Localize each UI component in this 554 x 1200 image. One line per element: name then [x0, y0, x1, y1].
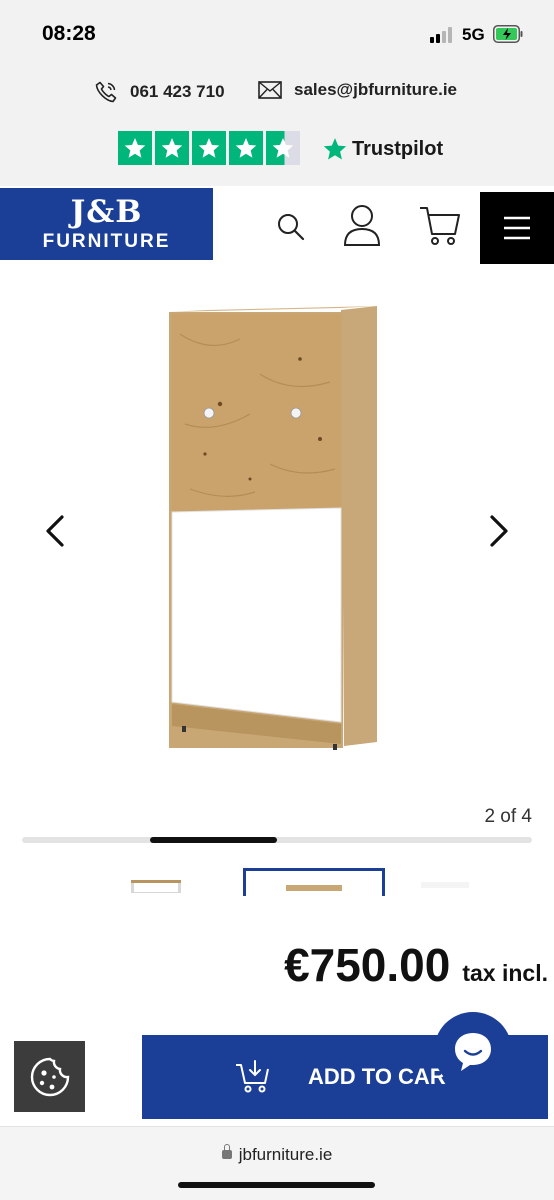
status-bar: 08:28 5G: [0, 0, 554, 70]
star-icon: [229, 131, 263, 165]
thumbnail[interactable]: [130, 868, 182, 896]
search-icon[interactable]: [276, 212, 306, 242]
chat-icon: [455, 1033, 491, 1071]
gallery-counter: 2 of 4: [484, 806, 532, 827]
url-display[interactable]: jbfurniture.ie: [0, 1144, 554, 1165]
email-address: sales@jbfurniture.ie: [294, 80, 458, 99]
star-icon: [192, 131, 226, 165]
status-time: 08:28: [42, 22, 96, 45]
chevron-left-icon[interactable]: [40, 514, 70, 548]
site-header: J&B FURNITURE: [0, 186, 554, 264]
cookie-icon: [30, 1057, 69, 1096]
thumbnail-selected[interactable]: [243, 868, 385, 896]
battery-charging-icon: [493, 25, 523, 43]
phone-number: 061 423 710: [130, 82, 225, 101]
star-icon: [155, 131, 189, 165]
star-icon: [118, 131, 152, 165]
email-link[interactable]: sales@jbfurniture.ie: [258, 80, 457, 100]
mail-icon: [258, 81, 282, 99]
half-star-icon: [266, 131, 300, 165]
chevron-right-icon[interactable]: [484, 514, 514, 548]
thumbnail[interactable]: [415, 868, 475, 896]
cookie-settings-button[interactable]: [14, 1041, 85, 1112]
chat-button[interactable]: [434, 1012, 512, 1090]
product-price: €750.00: [284, 939, 451, 991]
price-row: €750.00 tax incl.: [284, 938, 548, 992]
trustpilot-bar: Trustpilot: [0, 118, 554, 186]
tax-label: tax incl.: [462, 960, 548, 986]
logo-bottom-text: FURNITURE: [42, 231, 171, 252]
trustpilot-rating[interactable]: [118, 131, 303, 165]
product-image: [169, 306, 377, 750]
gallery-progress-fill: [149, 837, 277, 843]
url-text: jbfurniture.ie: [238, 1145, 333, 1164]
phone-icon: [95, 81, 117, 103]
cart-icon[interactable]: [418, 205, 462, 247]
lock-icon: [221, 1144, 232, 1159]
thumbnail-strip: [0, 868, 554, 898]
home-indicator[interactable]: [178, 1182, 375, 1188]
site-logo[interactable]: J&B FURNITURE: [0, 188, 213, 260]
contact-bar: 061 423 710 sales@jbfurniture.ie: [0, 70, 554, 118]
trustpilot-brand: Trustpilot: [352, 137, 444, 160]
trustpilot-star-icon: [323, 138, 347, 160]
add-to-cart-label: ADD TO CAR: [308, 1064, 446, 1089]
product-gallery[interactable]: [0, 264, 554, 794]
trustpilot-logo[interactable]: Trustpilot: [322, 136, 443, 162]
phone-link[interactable]: 061 423 710: [94, 80, 225, 104]
browser-url-bar[interactable]: jbfurniture.ie: [0, 1126, 554, 1200]
signal-icon: [430, 27, 454, 43]
network-label: 5G: [462, 25, 485, 44]
cart-download-icon: [236, 1060, 269, 1093]
logo-top-text: J&B: [70, 194, 143, 230]
account-icon[interactable]: [342, 203, 382, 247]
menu-button[interactable]: [480, 192, 554, 264]
gallery-progress: [22, 837, 532, 843]
menu-icon: [504, 216, 530, 240]
